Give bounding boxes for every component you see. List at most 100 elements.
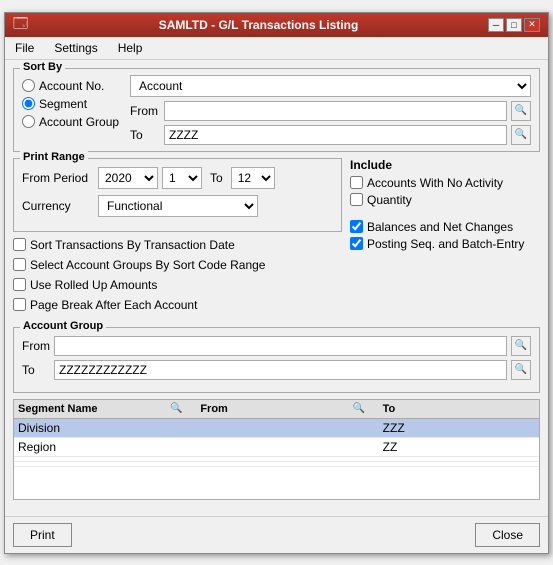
account-select-area: Account From 🔍 To 🔍 [130, 75, 531, 145]
balances-net-changes-label: Balances and Net Changes [367, 220, 513, 234]
ag-from-row: From 🔍 [22, 336, 531, 356]
select-account-groups-input[interactable] [13, 258, 26, 271]
currency-label: Currency [22, 199, 94, 213]
table-body: Division ZZZ Region ZZ [14, 419, 539, 499]
select-account-groups-label: Select Account Groups By Sort Code Range [30, 258, 265, 272]
quantity-input[interactable] [350, 193, 363, 206]
maximize-button[interactable]: □ [506, 18, 522, 32]
currency-select[interactable]: Functional [98, 195, 258, 217]
search-icon-2: 🔍 [515, 129, 527, 140]
accounts-no-activity-checkbox[interactable]: Accounts With No Activity [350, 176, 540, 190]
period-to-select[interactable]: 12 [231, 167, 275, 189]
col-to-search-icon: 🔍 [353, 403, 383, 414]
account-from-search-button[interactable]: 🔍 [511, 101, 531, 121]
window-title: SAMLTD - G/L Transactions Listing [29, 18, 488, 32]
period-row: From Period 2020 1 To 12 [22, 167, 333, 189]
ag-to-search-icon: 🔍 [515, 364, 527, 375]
sort-account-group[interactable]: Account Group [22, 115, 122, 129]
account-group-label: Account Group [20, 320, 106, 332]
sort-account-group-radio[interactable] [22, 115, 35, 128]
options-checkboxes: Sort Transactions By Transaction Date Se… [13, 238, 342, 315]
account-from-input[interactable] [164, 101, 507, 121]
posting-seq-input[interactable] [350, 237, 363, 250]
print-range-section: Print Range From Period 2020 1 To 12 [13, 158, 342, 232]
ag-from-label: From [22, 339, 50, 353]
col-from-search-icon: 🔍 [170, 403, 200, 414]
table-row[interactable]: Division ZZZ [14, 419, 539, 438]
ag-from-search-icon: 🔍 [515, 340, 527, 351]
sort-segment[interactable]: Segment [22, 97, 122, 111]
account-group-section: Account Group From 🔍 To 🔍 [13, 327, 540, 393]
period-from-select[interactable]: 1 [162, 167, 202, 189]
table-row[interactable] [14, 462, 539, 467]
minimize-button[interactable]: ─ [488, 18, 504, 32]
posting-seq-checkbox[interactable]: Posting Seq. and Batch-Entry [350, 237, 540, 251]
search-icon: 🔍 [515, 105, 527, 116]
include-label: Include [350, 158, 540, 172]
ag-to-search-button[interactable]: 🔍 [511, 360, 531, 380]
sort-transactions-input[interactable] [13, 238, 26, 251]
sort-transactions-checkbox[interactable]: Sort Transactions By Transaction Date [13, 238, 342, 252]
account-to-input[interactable] [164, 125, 507, 145]
ag-from-input[interactable] [54, 336, 507, 356]
table-header: Segment Name 🔍 From 🔍 To [14, 400, 539, 419]
content-area: Sort By Account No. Segment Account Grou… [5, 60, 548, 516]
balances-net-changes-input[interactable] [350, 220, 363, 233]
period-to-label: To [210, 171, 223, 185]
row1-to: ZZZ [383, 421, 535, 435]
menu-help[interactable]: Help [112, 39, 149, 57]
row1-segment: Division [18, 421, 170, 435]
sort-by-section: Sort By Account No. Segment Account Grou… [13, 68, 540, 152]
quantity-checkbox[interactable]: Quantity [350, 193, 540, 207]
to-label: To [130, 128, 160, 142]
sort-account-no[interactable]: Account No. [22, 79, 122, 93]
ag-from-search-button[interactable]: 🔍 [511, 336, 531, 356]
table-row[interactable]: Region ZZ [14, 438, 539, 457]
col-to: To [383, 403, 535, 415]
menu-bar: File Settings Help [5, 37, 548, 60]
sort-by-content: Account No. Segment Account Group Accou [22, 75, 531, 145]
row2-segment: Region [18, 440, 170, 454]
account-dropdown[interactable]: Account [130, 75, 531, 97]
sort-account-no-label: Account No. [39, 79, 104, 93]
ag-to-label: To [22, 363, 50, 377]
use-rolled-up-checkbox[interactable]: Use Rolled Up Amounts [13, 278, 342, 292]
page-break-checkbox[interactable]: Page Break After Each Account [13, 298, 342, 312]
print-button[interactable]: Print [13, 523, 72, 547]
ag-to-input[interactable] [54, 360, 507, 380]
sort-by-radio-group: Account No. Segment Account Group [22, 75, 122, 145]
to-row: To 🔍 [130, 125, 531, 145]
accounts-no-activity-input[interactable] [350, 176, 363, 189]
sort-account-no-radio[interactable] [22, 79, 35, 92]
menu-file[interactable]: File [9, 39, 40, 57]
from-period-label: From Period [22, 171, 94, 185]
menu-settings[interactable]: Settings [48, 39, 103, 57]
use-rolled-up-label: Use Rolled Up Amounts [30, 278, 157, 292]
page-break-input[interactable] [13, 298, 26, 311]
from-row: From 🔍 [130, 101, 531, 121]
account-dropdown-row: Account [130, 75, 531, 97]
sort-by-label: Sort By [20, 61, 65, 73]
currency-row: Currency Functional [22, 195, 333, 217]
sort-transactions-label: Sort Transactions By Transaction Date [30, 238, 235, 252]
main-window: 🗔 SAMLTD - G/L Transactions Listing ─ □ … [4, 12, 549, 554]
from-label: From [130, 104, 160, 118]
year-select[interactable]: 2020 [98, 167, 158, 189]
quantity-label: Quantity [367, 193, 412, 207]
sort-segment-radio[interactable] [22, 97, 35, 110]
page-break-label: Page Break After Each Account [30, 298, 197, 312]
accounts-no-activity-label: Accounts With No Activity [367, 176, 503, 190]
balances-net-changes-checkbox[interactable]: Balances and Net Changes [350, 220, 540, 234]
close-window-button[interactable]: ✕ [524, 18, 540, 32]
select-account-groups-checkbox[interactable]: Select Account Groups By Sort Code Range [13, 258, 342, 272]
row2-to: ZZ [383, 440, 535, 454]
use-rolled-up-input[interactable] [13, 278, 26, 291]
footer-bar: Print Close [5, 516, 548, 553]
include-section: Include Accounts With No Activity Quanti… [350, 158, 540, 321]
sort-account-group-label: Account Group [39, 115, 119, 129]
title-controls: ─ □ ✕ [488, 18, 540, 32]
close-button[interactable]: Close [475, 523, 540, 547]
account-to-search-button[interactable]: 🔍 [511, 125, 531, 145]
col-from: From [200, 403, 352, 415]
ag-to-row: To 🔍 [22, 360, 531, 380]
